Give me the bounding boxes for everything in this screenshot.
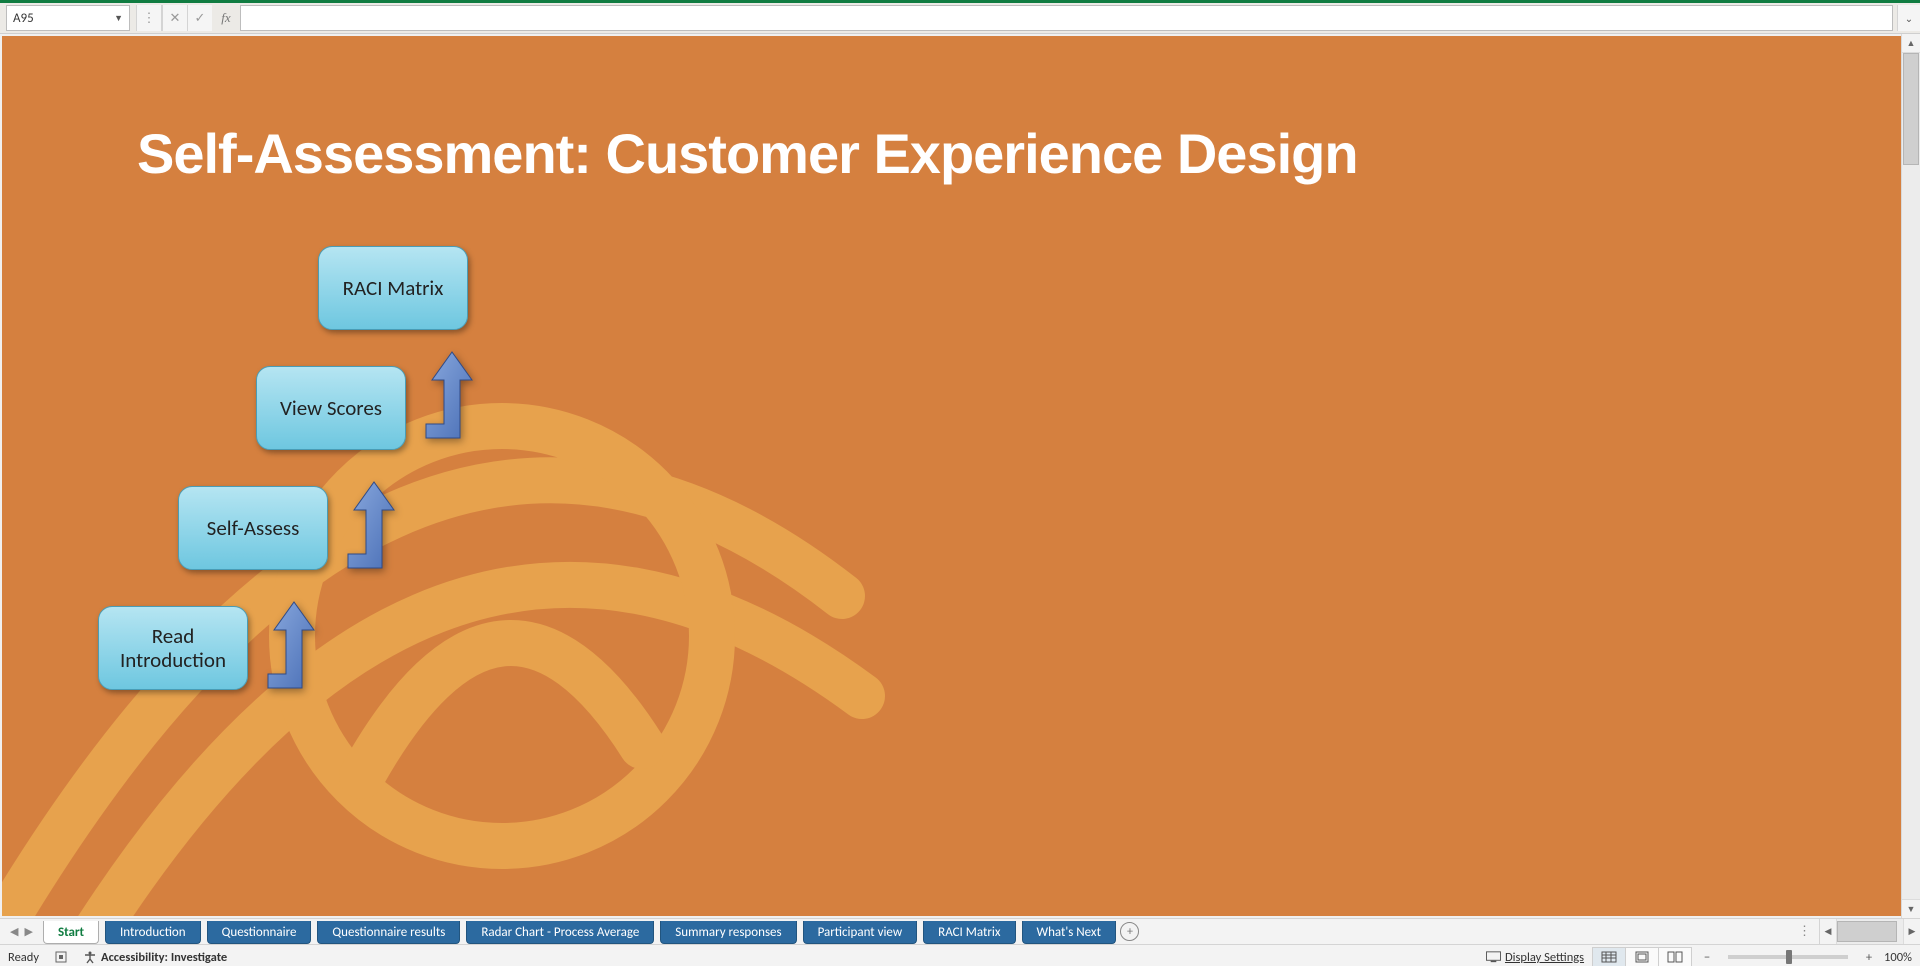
view-page-layout-icon[interactable] (1626, 948, 1659, 966)
zoom-percent[interactable]: 100% (1884, 950, 1912, 965)
step-self-assess-button[interactable]: Self-Assess (178, 486, 328, 570)
step-label: Self-Assess (207, 516, 300, 540)
accessibility-icon (82, 950, 97, 965)
scroll-track[interactable] (1837, 919, 1903, 944)
excel-app: A95 ▼ ⋮ ✕ ✓ fx ⌄ Self-Assessment: (0, 0, 1920, 966)
scroll-up-icon[interactable]: ▲ (1902, 34, 1920, 53)
arrow-up-icon (416, 342, 476, 442)
macro-recorder-icon[interactable] (53, 950, 68, 965)
scroll-thumb[interactable] (1903, 53, 1919, 165)
sheet-tabs: Start Introduction Questionnaire Questio… (43, 919, 1116, 944)
add-sheet-button[interactable]: + (1116, 919, 1144, 944)
zoom-slider-knob[interactable] (1786, 950, 1792, 964)
step-read-introduction-button[interactable]: Read Introduction (98, 606, 248, 690)
arrow-up-icon (338, 472, 398, 572)
accessibility-label: Accessibility: Investigate (101, 950, 227, 965)
worksheet-canvas[interactable]: Self-Assessment: Customer Experience Des… (2, 36, 1901, 916)
tab-raci-matrix[interactable]: RACI Matrix (923, 921, 1015, 944)
more-icon[interactable]: ⋮ (136, 5, 161, 31)
tab-whats-next[interactable]: What's Next (1022, 921, 1116, 944)
horizontal-scrollbar[interactable]: ◀ ▶ (1819, 919, 1920, 944)
display-settings-label: Display Settings (1505, 950, 1584, 965)
zoom-in-button[interactable]: + (1862, 950, 1876, 965)
view-page-break-icon[interactable] (1659, 948, 1691, 966)
formula-bar: A95 ▼ ⋮ ✕ ✓ fx ⌄ (0, 3, 1920, 34)
tab-participant-view[interactable]: Participant view (803, 921, 918, 944)
status-bar: Ready Accessibility: Investigate Display… (0, 944, 1920, 966)
scroll-left-icon[interactable]: ◀ (1820, 919, 1837, 944)
sheet-tab-bar: ◀ ▶ Start Introduction Questionnaire Que… (0, 918, 1920, 944)
plus-icon: + (1120, 922, 1139, 941)
sheet-area: Self-Assessment: Customer Experience Des… (0, 34, 1920, 918)
tab-summary-responses[interactable]: Summary responses (660, 921, 796, 944)
display-icon (1486, 950, 1501, 965)
tab-questionnaire-results[interactable]: Questionnaire results (317, 921, 460, 944)
scroll-thumb[interactable] (1837, 921, 1897, 942)
tab-navigation[interactable]: ◀ ▶ (0, 919, 43, 944)
tab-questionnaire[interactable]: Questionnaire (207, 921, 312, 944)
tab-prev-icon[interactable]: ◀ (10, 925, 18, 938)
step-label: RACI Matrix (343, 276, 444, 300)
zoom-slider[interactable] (1728, 955, 1848, 959)
step-label: Read Introduction (109, 624, 237, 672)
watermark-logo (2, 276, 982, 916)
step-raci-matrix-button[interactable]: RACI Matrix (318, 246, 468, 330)
display-settings-button[interactable]: Display Settings (1486, 950, 1584, 965)
view-mode-buttons (1592, 947, 1692, 966)
status-ready: Ready (8, 950, 39, 965)
enter-icon[interactable]: ✓ (187, 5, 212, 31)
tab-next-icon[interactable]: ▶ (24, 925, 32, 938)
page-title: Self-Assessment: Customer Experience Des… (137, 121, 1358, 186)
scroll-down-icon[interactable]: ▼ (1902, 899, 1920, 918)
name-box-value: A95 (13, 11, 34, 26)
name-box[interactable]: A95 ▼ (6, 5, 130, 31)
step-view-scores-button[interactable]: View Scores (256, 366, 406, 450)
arrow-up-icon (258, 592, 318, 692)
tab-introduction[interactable]: Introduction (105, 921, 201, 944)
accessibility-check[interactable]: Accessibility: Investigate (82, 950, 227, 965)
scroll-right-icon[interactable]: ▶ (1903, 919, 1920, 944)
chevron-down-icon[interactable]: ▼ (114, 13, 123, 24)
tab-options-icon[interactable]: ⋮ (1790, 919, 1819, 944)
tab-radar-chart[interactable]: Radar Chart - Process Average (466, 921, 654, 944)
zoom-out-button[interactable]: − (1700, 950, 1714, 965)
step-label: View Scores (280, 396, 382, 420)
formula-input[interactable] (240, 5, 1893, 31)
scroll-track[interactable] (1902, 53, 1920, 899)
spacer (1144, 919, 1790, 944)
fx-icon[interactable]: fx (212, 5, 240, 31)
tab-start[interactable]: Start (43, 921, 99, 944)
cancel-icon[interactable]: ✕ (162, 5, 187, 31)
view-normal-icon[interactable] (1593, 948, 1626, 966)
expand-formula-bar-icon[interactable]: ⌄ (1897, 5, 1920, 31)
vertical-scrollbar[interactable]: ▲ ▼ (1901, 34, 1920, 918)
